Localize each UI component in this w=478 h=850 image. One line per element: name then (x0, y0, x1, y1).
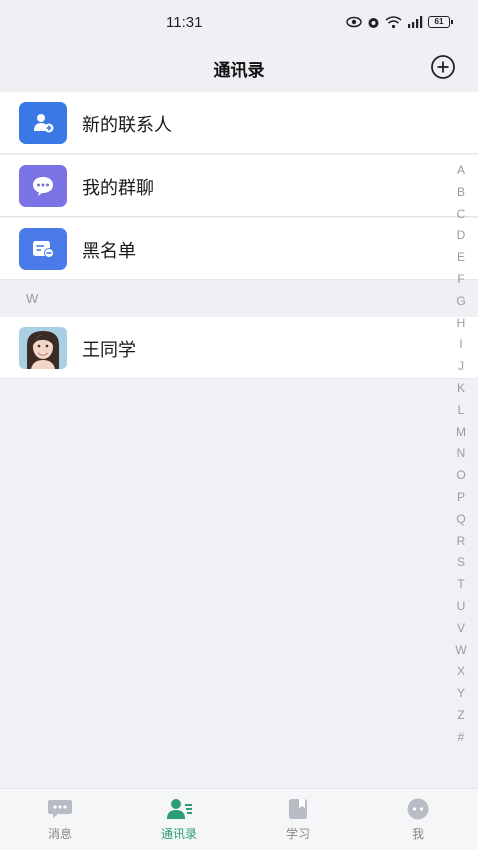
tab-study-label: 学习 (285, 827, 310, 841)
index-letter[interactable]: B (454, 182, 468, 204)
index-letter[interactable]: J (454, 356, 468, 378)
blocklist-label: 黑名单 (82, 241, 136, 262)
index-letter[interactable]: O (454, 465, 468, 487)
section-letter: W (26, 291, 39, 306)
index-letter[interactable]: S (454, 552, 468, 574)
index-letter[interactable]: Y (454, 683, 468, 705)
signal-icon (408, 16, 423, 28)
index-letter[interactable]: Q (454, 509, 468, 531)
index-letter[interactable]: H (454, 313, 468, 335)
index-letter[interactable]: D (454, 225, 468, 247)
new-contacts-label: 新的联系人 (82, 115, 172, 136)
wifi-icon (385, 15, 402, 28)
blocklist-tile (19, 228, 67, 270)
message-icon (48, 800, 72, 818)
index-letter[interactable]: X (454, 661, 468, 683)
index-letter[interactable]: Z (454, 705, 468, 727)
tab-study[interactable]: 学习 (238, 797, 358, 842)
battery-icon: 61 (428, 16, 453, 28)
index-letter[interactable]: L (454, 400, 468, 422)
index-letter[interactable]: T (454, 574, 468, 596)
index-letter[interactable]: K (454, 378, 468, 400)
add-person-icon (34, 114, 54, 133)
book-icon (289, 799, 307, 819)
blocklist-icon (33, 241, 54, 258)
group-chats-label: 我的群聊 (82, 178, 154, 199)
index-letter[interactable]: W (454, 640, 468, 662)
status-time: 11:31 (166, 14, 203, 31)
tab-me-label: 我 (411, 827, 424, 841)
contacts-icon (167, 799, 192, 819)
tab-contacts[interactable]: 通讯录 (119, 797, 239, 842)
add-person-tile (19, 102, 67, 144)
contact-name: 王同学 (82, 340, 136, 361)
plus-circle-icon[interactable] (430, 54, 456, 80)
index-letter[interactable]: I (454, 334, 468, 356)
tab-bar: 消息 通讯录 学习 我 (0, 788, 478, 850)
status-bar: 11:31 61 (0, 0, 478, 46)
page-title: 通讯录 (213, 61, 265, 81)
avatar (19, 327, 67, 369)
blocklist-row[interactable]: 黑名单 (0, 218, 478, 280)
index-letter[interactable]: M (454, 422, 468, 444)
eye-icon (346, 16, 362, 28)
chat-bubble-icon (33, 177, 53, 196)
status-icons: 61 (346, 14, 453, 30)
index-letter[interactable]: V (454, 618, 468, 640)
index-letter[interactable]: C (454, 204, 468, 226)
tab-me[interactable]: 我 (358, 797, 478, 842)
index-letter[interactable]: F (454, 269, 468, 291)
index-letter[interactable]: N (454, 443, 468, 465)
index-letter[interactable]: E (454, 247, 468, 269)
profile-icon (407, 798, 429, 820)
index-letter[interactable]: # (454, 727, 468, 749)
index-letter[interactable]: U (454, 596, 468, 618)
section-header-w: W (0, 281, 478, 317)
alarm-icon (368, 17, 379, 28)
alphabet-index[interactable]: A B C D E F G H I J K L M N O P Q R S T U V W X Y Z # (454, 160, 468, 749)
tab-messages[interactable]: 消息 (0, 797, 120, 842)
group-chat-tile (19, 165, 67, 207)
nav-bar: 通讯录 (0, 46, 478, 92)
tab-contacts-label: 通讯录 (160, 827, 197, 841)
index-letter[interactable]: R (454, 531, 468, 553)
index-letter[interactable]: G (454, 291, 468, 313)
tab-messages-label: 消息 (47, 827, 72, 841)
index-letter[interactable]: A (454, 160, 468, 182)
index-letter[interactable]: P (454, 487, 468, 509)
contact-row[interactable]: 王同学 (0, 317, 478, 379)
new-contacts-row[interactable]: 新的联系人 (0, 92, 478, 154)
group-chats-row[interactable]: 我的群聊 (0, 155, 478, 217)
